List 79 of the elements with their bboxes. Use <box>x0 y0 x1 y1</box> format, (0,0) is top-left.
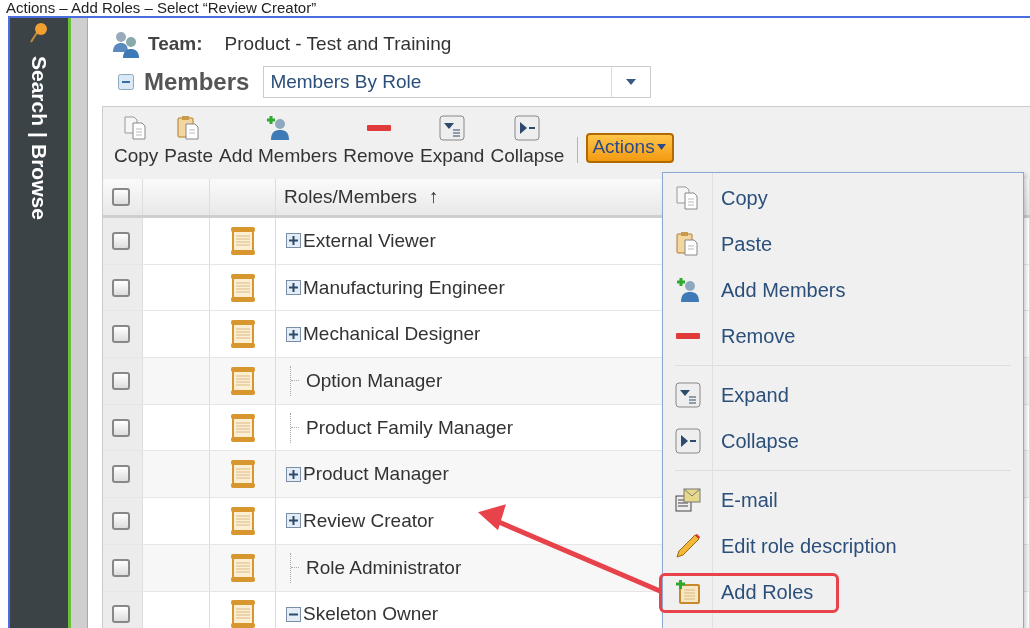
menu-item[interactable]: Add Members <box>663 267 1023 313</box>
role-icon <box>228 599 257 628</box>
caret-icon <box>656 144 666 150</box>
menu-item[interactable]: Add Roles <box>663 569 1023 615</box>
role-icon <box>228 459 257 490</box>
menu-item[interactable]: Paste <box>663 221 1023 267</box>
row-checkbox[interactable] <box>112 278 130 297</box>
collapse-toggle-icon[interactable] <box>118 74 134 90</box>
menu-item[interactable]: Collapse <box>663 418 1023 464</box>
role-name: Manufacturing Engineer <box>303 276 505 299</box>
role-icon <box>228 365 257 396</box>
expand-icon <box>439 115 466 141</box>
expand-icon <box>675 382 701 408</box>
remove-icon <box>676 333 700 339</box>
toolbar-button[interactable]: Paste <box>163 113 214 169</box>
role-name: Product Family Manager <box>306 416 513 439</box>
role-name: Review Creator <box>303 509 434 532</box>
section-title: Members <box>144 68 250 96</box>
menu-item[interactable]: Remove <box>663 313 1023 359</box>
copy-icon <box>675 185 701 211</box>
team-name: Product - Test and Training <box>224 33 452 55</box>
role-name: Role Administrator <box>306 556 462 579</box>
toolbar-button[interactable]: Add Members <box>217 113 339 169</box>
collapse-node-icon[interactable] <box>286 606 301 622</box>
select-all-checkbox[interactable] <box>112 188 130 206</box>
row-checkbox[interactable] <box>112 465 130 484</box>
team-label: Team: <box>148 33 203 55</box>
row-checkbox[interactable] <box>112 418 130 437</box>
menu-item[interactable]: E-mail <box>663 477 1023 523</box>
row-checkbox[interactable] <box>112 325 130 344</box>
add-member-icon <box>265 115 292 141</box>
caret-icon <box>626 79 637 85</box>
menu-item[interactable]: Expand <box>663 372 1023 418</box>
expand-node-icon[interactable] <box>286 280 301 296</box>
email-icon <box>675 487 701 513</box>
toolbar-button[interactable]: Remove <box>342 113 415 169</box>
column-header[interactable]: Roles/Members <box>284 186 418 208</box>
row-checkbox[interactable] <box>112 371 130 390</box>
view-dropdown[interactable]: Members By Role <box>263 66 652 98</box>
remove-icon <box>366 125 391 131</box>
row-checkbox[interactable] <box>112 511 130 530</box>
role-icon <box>228 412 257 443</box>
role-icon <box>228 552 257 583</box>
role-icon <box>228 225 257 256</box>
collapse-icon <box>514 115 541 141</box>
role-name: Option Manager <box>306 369 443 392</box>
role-icon <box>228 272 257 303</box>
expand-node-icon[interactable] <box>286 513 301 529</box>
expand-node-icon[interactable] <box>286 233 301 249</box>
search-link[interactable]: Search <box>27 56 51 127</box>
row-checkbox[interactable] <box>112 558 130 577</box>
expand-node-icon[interactable] <box>286 466 301 482</box>
role-name: Skeleton Owner <box>303 603 439 626</box>
paste-icon <box>675 231 701 257</box>
role-icon <box>228 319 257 350</box>
role-name: Mechanical Designer <box>303 323 481 346</box>
role-name: External Viewer <box>303 229 436 252</box>
expand-node-icon[interactable] <box>286 326 301 342</box>
collapse-icon <box>675 428 701 454</box>
sort-indicator: ↑ <box>429 186 439 208</box>
row-checkbox[interactable] <box>112 231 130 250</box>
row-checkbox[interactable] <box>112 605 130 624</box>
menu-item[interactable]: Edit role description <box>663 523 1023 569</box>
toolbar-button[interactable]: Expand <box>419 113 486 169</box>
role-icon <box>228 505 257 536</box>
menu-item[interactable]: Copy <box>663 175 1023 221</box>
toolbar-button[interactable]: Collapse <box>489 113 566 169</box>
browse-link[interactable]: Browse <box>27 143 51 220</box>
actions-button[interactable]: Actions <box>586 133 674 163</box>
role-name: Product Manager <box>303 463 449 486</box>
pencil-icon <box>675 533 701 559</box>
toolbar-button[interactable]: Copy <box>113 113 160 169</box>
paste-icon <box>175 115 202 141</box>
add-role-icon <box>675 579 701 605</box>
caption-text: Actions – Add Roles – Select “Review Creator” <box>5 0 318 16</box>
separator-text: | <box>27 132 51 138</box>
add-member-icon <box>675 277 701 303</box>
team-icon <box>112 30 140 58</box>
pin-icon <box>29 22 49 44</box>
